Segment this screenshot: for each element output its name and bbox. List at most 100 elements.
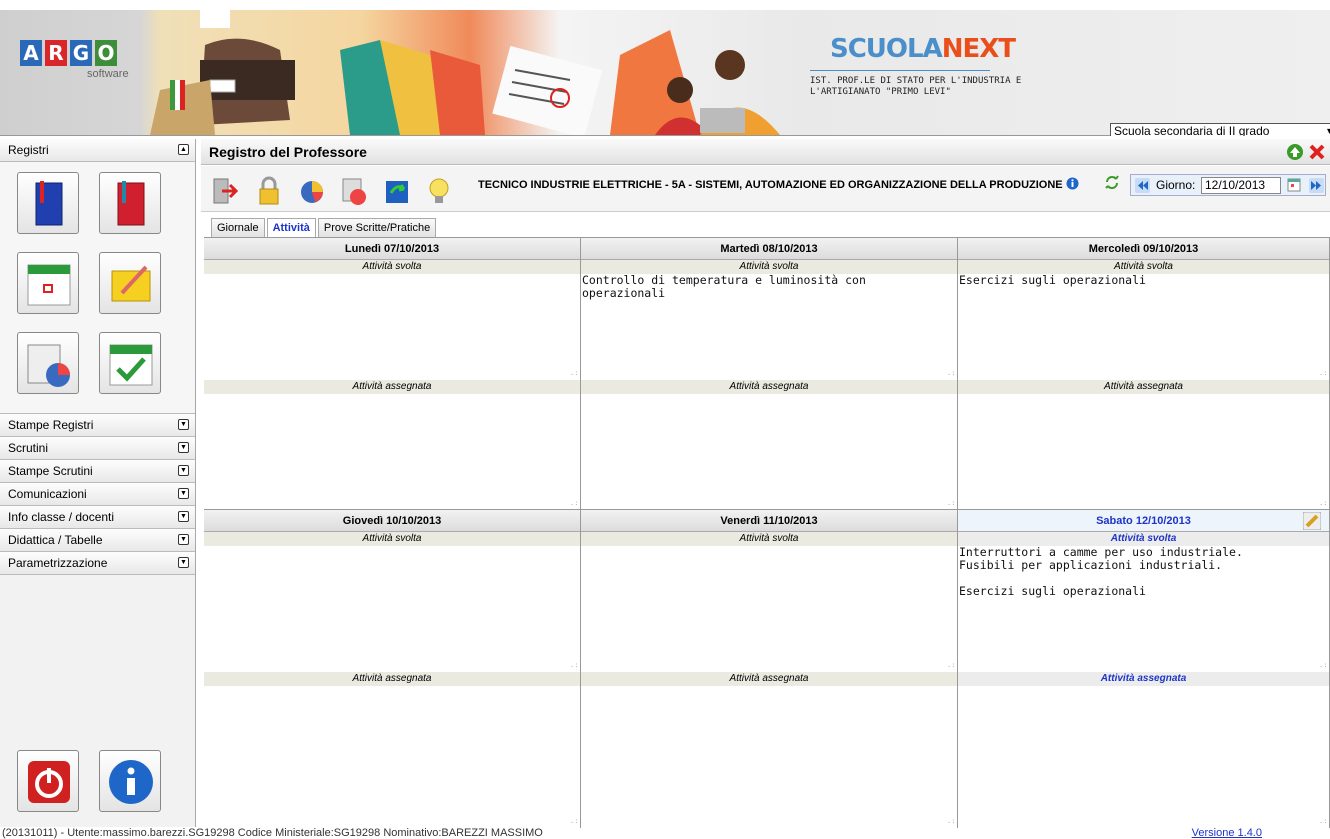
hint-button[interactable] (423, 174, 453, 206)
activity-assigned-text[interactable]: .: (958, 394, 1329, 509)
resize-handle-icon[interactable]: .: (1319, 818, 1327, 827)
activity-done-text[interactable]: Controllo di temperatura e luminosità co… (581, 274, 957, 380)
book-blue-icon (35, 181, 63, 226)
sidebar-section[interactable]: Didattica / Tabelle ▼ (0, 529, 195, 552)
info-button[interactable] (99, 750, 161, 812)
activity-assigned-text[interactable]: .: (958, 686, 1329, 828)
activity-done-text[interactable]: Esercizi sugli operazionali.: (958, 274, 1329, 380)
table-chart-icon (27, 344, 70, 387)
activity-done-text[interactable]: .: (204, 274, 580, 380)
date-label: Giorno: (1156, 178, 1196, 192)
resize-handle-icon[interactable]: .: (570, 818, 578, 827)
sidebar-section[interactable]: Parametrizzazione ▼ (0, 552, 195, 575)
activity-done-label: Attività svolta (581, 532, 957, 546)
sidebar-section[interactable]: Info classe / docenti ▼ (0, 506, 195, 529)
activity-assigned-label: Attività assegnata (958, 380, 1329, 394)
activity-assigned-label: Attività assegnata (204, 672, 580, 686)
resize-handle-icon[interactable]: .: (947, 500, 955, 509)
lock-button[interactable] (253, 174, 283, 206)
report-button[interactable] (338, 174, 368, 206)
activity-assigned-text[interactable]: .: (204, 686, 580, 828)
sidebar: Registri ▲ Stampe Registri ▼ Scrutini ▼ Stamp… (0, 139, 196, 827)
resize-handle-icon[interactable]: .: (947, 662, 955, 671)
copy-icon (386, 181, 408, 203)
tab-prove[interactable]: Prove Scritte/Pratiche (317, 218, 437, 238)
activity-assigned-label: Attività assegnata (581, 380, 957, 394)
next-day-icon[interactable] (1309, 178, 1324, 193)
grade-select[interactable]: Scuola secondaria di II grado ▾ (1110, 123, 1330, 136)
activity-done-text[interactable]: Interruttori a camme per uso industriale… (958, 546, 1329, 672)
resize-handle-icon[interactable]: .: (570, 500, 578, 509)
exit-door-icon (213, 178, 239, 204)
argo-logo: A R G O (20, 40, 117, 66)
app-header: A R G O software SCUOLANEXT IST. PROF.LE… (0, 0, 1330, 136)
close-icon[interactable] (1308, 143, 1326, 161)
calendar-icon[interactable] (17, 252, 79, 314)
activity-done-text[interactable]: .: (581, 546, 957, 672)
resize-handle-icon[interactable]: .: (1319, 500, 1327, 509)
date-input[interactable]: 12/10/2013 (1201, 177, 1281, 194)
exit-button[interactable] (209, 174, 239, 206)
expand-icon[interactable]: ▼ (178, 534, 189, 545)
registro-professore-icon[interactable] (99, 172, 161, 234)
resize-handle-icon[interactable]: .: (947, 818, 955, 827)
day-column: Sabato 12/10/2013 Attività svolta Interrut… (958, 510, 1330, 828)
activity-done-label: Attività svolta (581, 260, 957, 274)
version-link[interactable]: Versione 1.4.0 (1192, 827, 1262, 839)
calendar-icon-graphic (27, 264, 71, 306)
brand-part2: NEXT (941, 34, 1016, 64)
activity-done-text[interactable]: .: (204, 546, 580, 672)
sidebar-section[interactable]: Comunicazioni ▼ (0, 483, 195, 506)
report-chart-icon[interactable] (17, 332, 79, 394)
activity-assigned-text[interactable]: .: (204, 394, 580, 509)
up-arrow-icon[interactable] (1286, 143, 1304, 161)
activity-assigned-text[interactable]: .: (581, 394, 957, 509)
info-icon[interactable] (1066, 177, 1079, 190)
logout-button[interactable] (17, 750, 79, 812)
activity-done-label: Attività svolta (204, 260, 580, 274)
resize-handle-icon[interactable]: .: (947, 370, 955, 379)
resize-handle-icon[interactable]: .: (570, 662, 578, 671)
tab-attivita[interactable]: Attività (266, 218, 316, 238)
day-title: Martedì 08/10/2013 (720, 243, 818, 255)
activity-assigned-text[interactable]: .: (581, 686, 957, 828)
copy-button[interactable] (381, 174, 411, 206)
calendar-check-icon[interactable] (99, 332, 161, 394)
info-icon (109, 760, 153, 804)
date-input-value: 12/10/2013 (1205, 178, 1266, 192)
expand-icon[interactable]: ▼ (178, 557, 189, 568)
expand-icon[interactable]: ▼ (178, 442, 189, 453)
registro-classe-icon[interactable] (17, 172, 79, 234)
day-column: Martedì 08/10/2013 Attività svolta Control… (581, 238, 958, 510)
sidebar-section[interactable]: Stampe Scrutini ▼ (0, 460, 195, 483)
sidebar-section-label: Registri (8, 143, 49, 157)
activity-assigned-label: Attività assegnata (581, 672, 957, 686)
expand-icon[interactable]: ▼ (178, 465, 189, 476)
note-edit-icon[interactable] (99, 252, 161, 314)
previous-day-icon[interactable] (1135, 178, 1150, 193)
resize-handle-icon[interactable]: .: (1319, 662, 1327, 671)
resize-handle-icon[interactable]: .: (1319, 370, 1327, 379)
calendar-picker-icon[interactable] (1287, 178, 1301, 192)
class-title: TECNICO INDUSTRIE ELETTRICHE - 5A - SIST… (478, 177, 1079, 191)
sidebar-sections: Stampe Registri ▼ Scrutini ▼ Stampe Scrutini… (0, 414, 195, 575)
logo-letter: G (70, 40, 92, 66)
sidebar-section[interactable]: Scrutini ▼ (0, 437, 195, 460)
chart-button[interactable] (296, 174, 326, 206)
sidebar-section-registri[interactable]: Registri ▲ (0, 139, 195, 162)
resize-handle-icon[interactable]: .: (570, 370, 578, 379)
activity-assigned-label: Attività assegnata (204, 380, 580, 394)
collapse-icon[interactable]: ▲ (178, 144, 189, 155)
activity-done-label: Attività svolta (204, 532, 580, 546)
activity-done-content: Interruttori a camme per uso industriale… (959, 545, 1243, 598)
expand-icon[interactable]: ▼ (178, 511, 189, 522)
refresh-icon[interactable] (1104, 174, 1120, 190)
book-red-icon (117, 181, 145, 226)
tab-bar: Giornale Attività Prove Scritte/Pratiche (211, 218, 437, 238)
expand-icon[interactable]: ▼ (178, 419, 189, 430)
sidebar-section[interactable]: Stampe Registri ▼ (0, 414, 195, 437)
edit-pencil-icon[interactable] (1303, 512, 1321, 530)
tab-giornale[interactable]: Giornale (211, 218, 265, 238)
power-icon (28, 761, 70, 803)
expand-icon[interactable]: ▼ (178, 488, 189, 499)
